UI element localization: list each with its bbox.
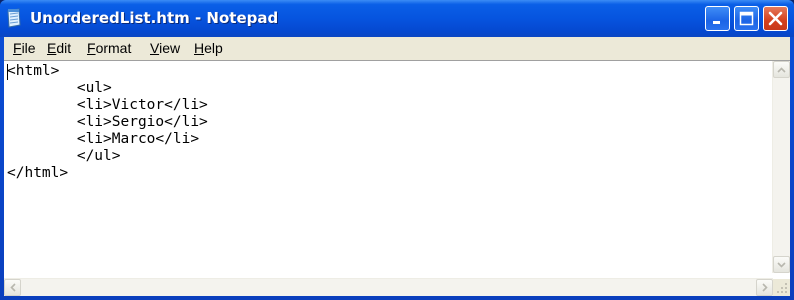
text-caret	[7, 64, 8, 80]
scroll-left-button[interactable]	[4, 279, 21, 296]
notepad-icon	[7, 8, 21, 28]
menu-format-mnemonic: F	[87, 40, 96, 56]
menu-file[interactable]: File	[13, 40, 36, 56]
chevron-down-icon	[777, 261, 786, 268]
vertical-scrollbar[interactable]	[772, 61, 790, 273]
resize-grip[interactable]	[773, 279, 790, 296]
menu-edit-mnemonic: E	[47, 40, 57, 56]
menu-help-label: elp	[204, 40, 223, 56]
menu-bar: File Edit Format View Help	[4, 37, 790, 59]
maximize-button[interactable]	[734, 6, 759, 31]
scroll-right-button[interactable]	[756, 279, 773, 296]
menu-file-label: ile	[21, 40, 36, 56]
document-text[interactable]: <html> <ul> <li>Victor</li> <li>Sergio</…	[7, 63, 767, 271]
menu-help[interactable]: Help	[194, 40, 223, 56]
text-editor[interactable]: <html> <ul> <li>Victor</li> <li>Sergio</…	[4, 60, 790, 296]
chevron-up-icon	[777, 66, 786, 73]
title-bar[interactable]: UnorderedList.htm - Notepad	[0, 0, 794, 37]
menu-edit[interactable]: Edit	[47, 40, 71, 56]
menu-view-label: iew	[159, 40, 181, 56]
notepad-window: UnorderedList.htm - Notepad File Edit Fo…	[0, 0, 794, 300]
chevron-left-icon	[9, 283, 16, 292]
chevron-right-icon	[761, 283, 768, 292]
minimize-icon	[713, 21, 720, 24]
window-title: UnorderedList.htm - Notepad	[30, 9, 279, 27]
client-frame: File Edit Format View Help <html> <ul> <…	[4, 37, 790, 296]
close-button[interactable]	[763, 6, 788, 31]
menu-format[interactable]: Format	[87, 40, 131, 56]
menu-edit-label: dit	[56, 40, 72, 56]
menu-view[interactable]: View	[150, 40, 180, 56]
menu-file-mnemonic: F	[13, 40, 22, 56]
resize-grip-icon	[777, 283, 787, 293]
close-icon	[768, 11, 783, 26]
scroll-down-button[interactable]	[773, 256, 790, 273]
horizontal-scrollbar[interactable]	[4, 278, 773, 296]
menu-help-mnemonic: H	[194, 40, 205, 56]
maximize-icon	[739, 11, 754, 26]
scroll-up-button[interactable]	[773, 61, 790, 78]
menu-view-mnemonic: V	[150, 40, 160, 56]
minimize-button[interactable]	[705, 6, 730, 31]
menu-format-label: ormat	[95, 40, 132, 56]
